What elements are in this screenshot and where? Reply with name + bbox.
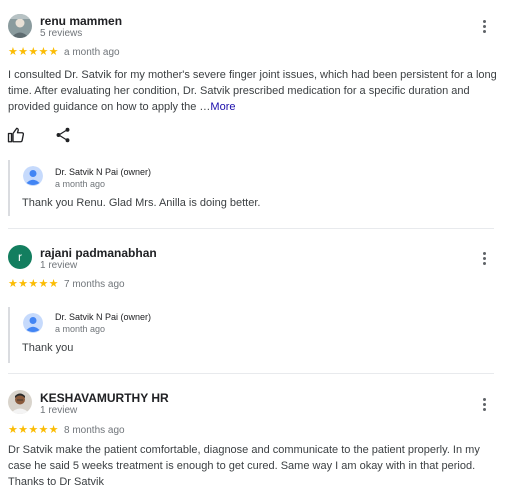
divider	[8, 373, 494, 374]
review-time: 8 months ago	[64, 425, 125, 436]
reviewer-review-count[interactable]: 1 review	[40, 405, 77, 416]
more-vertical-icon	[482, 19, 486, 23]
owner-avatar[interactable]	[23, 166, 43, 186]
review-time: 7 months ago	[64, 279, 125, 290]
thumbs-up-icon	[7, 127, 25, 143]
owner-reply: Dr. Satvik N Pai (owner) a month ago Tha…	[8, 307, 494, 363]
avatar-letter: r	[18, 250, 22, 264]
owner-reply-text: Thank you	[22, 342, 74, 354]
owner-reply-text: Thank you Renu. Glad Mrs. Anilla is doin…	[22, 197, 261, 209]
review-text: I consulted Dr. Satvik for my mother's s…	[8, 67, 498, 115]
share-button[interactable]	[54, 126, 72, 144]
owner-reply-time: a month ago	[55, 179, 106, 189]
review-card: renu mammen 5 reviews ★★★★★ a month ago …	[0, 0, 509, 230]
like-button[interactable]	[7, 126, 25, 144]
review-time: a month ago	[64, 47, 120, 58]
reviewer-name[interactable]: renu mammen	[40, 14, 122, 28]
star-rating: ★★★★★	[8, 278, 59, 290]
reviewer-avatar[interactable]	[8, 14, 32, 38]
reviewer-name[interactable]: rajani padmanabhan	[40, 246, 157, 260]
owner-name: Dr. Satvik N Pai (owner)	[55, 312, 152, 322]
more-vertical-icon	[482, 251, 486, 255]
star-rating: ★★★★★	[8, 424, 59, 436]
person-icon	[23, 166, 43, 186]
reviewer-review-count[interactable]: 5 reviews	[40, 28, 82, 39]
person-icon	[23, 313, 43, 333]
review-card: KESHAVAMURTHY HR 1 review ★★★★★ 8 months…	[0, 375, 509, 489]
more-link[interactable]: More	[210, 101, 235, 113]
more-options-button[interactable]	[476, 394, 492, 414]
review-card: r rajani padmanabhan 1 review ★★★★★ 7 mo…	[0, 230, 509, 375]
more-options-button[interactable]	[476, 16, 492, 36]
owner-avatar[interactable]	[23, 313, 43, 333]
divider	[8, 228, 494, 229]
review-text: Dr Satvik make the patient comfortable, …	[8, 444, 480, 488]
owner-name: Dr. Satvik N Pai (owner)	[55, 167, 152, 177]
share-icon	[56, 127, 70, 143]
reviewer-avatar[interactable]: r	[8, 245, 32, 269]
reviewer-avatar[interactable]	[8, 390, 32, 414]
reviewer-review-count[interactable]: 1 review	[40, 260, 77, 271]
owner-reply: Dr. Satvik N Pai (owner) a month ago Tha…	[8, 160, 494, 216]
more-options-button[interactable]	[476, 248, 492, 268]
more-vertical-icon	[482, 397, 486, 401]
reviewer-name[interactable]: KESHAVAMURTHY HR	[40, 391, 169, 405]
star-rating: ★★★★★	[8, 46, 59, 58]
review-text-body: I consulted Dr. Satvik for my mother's s…	[8, 69, 497, 113]
owner-reply-time: a month ago	[55, 324, 106, 334]
